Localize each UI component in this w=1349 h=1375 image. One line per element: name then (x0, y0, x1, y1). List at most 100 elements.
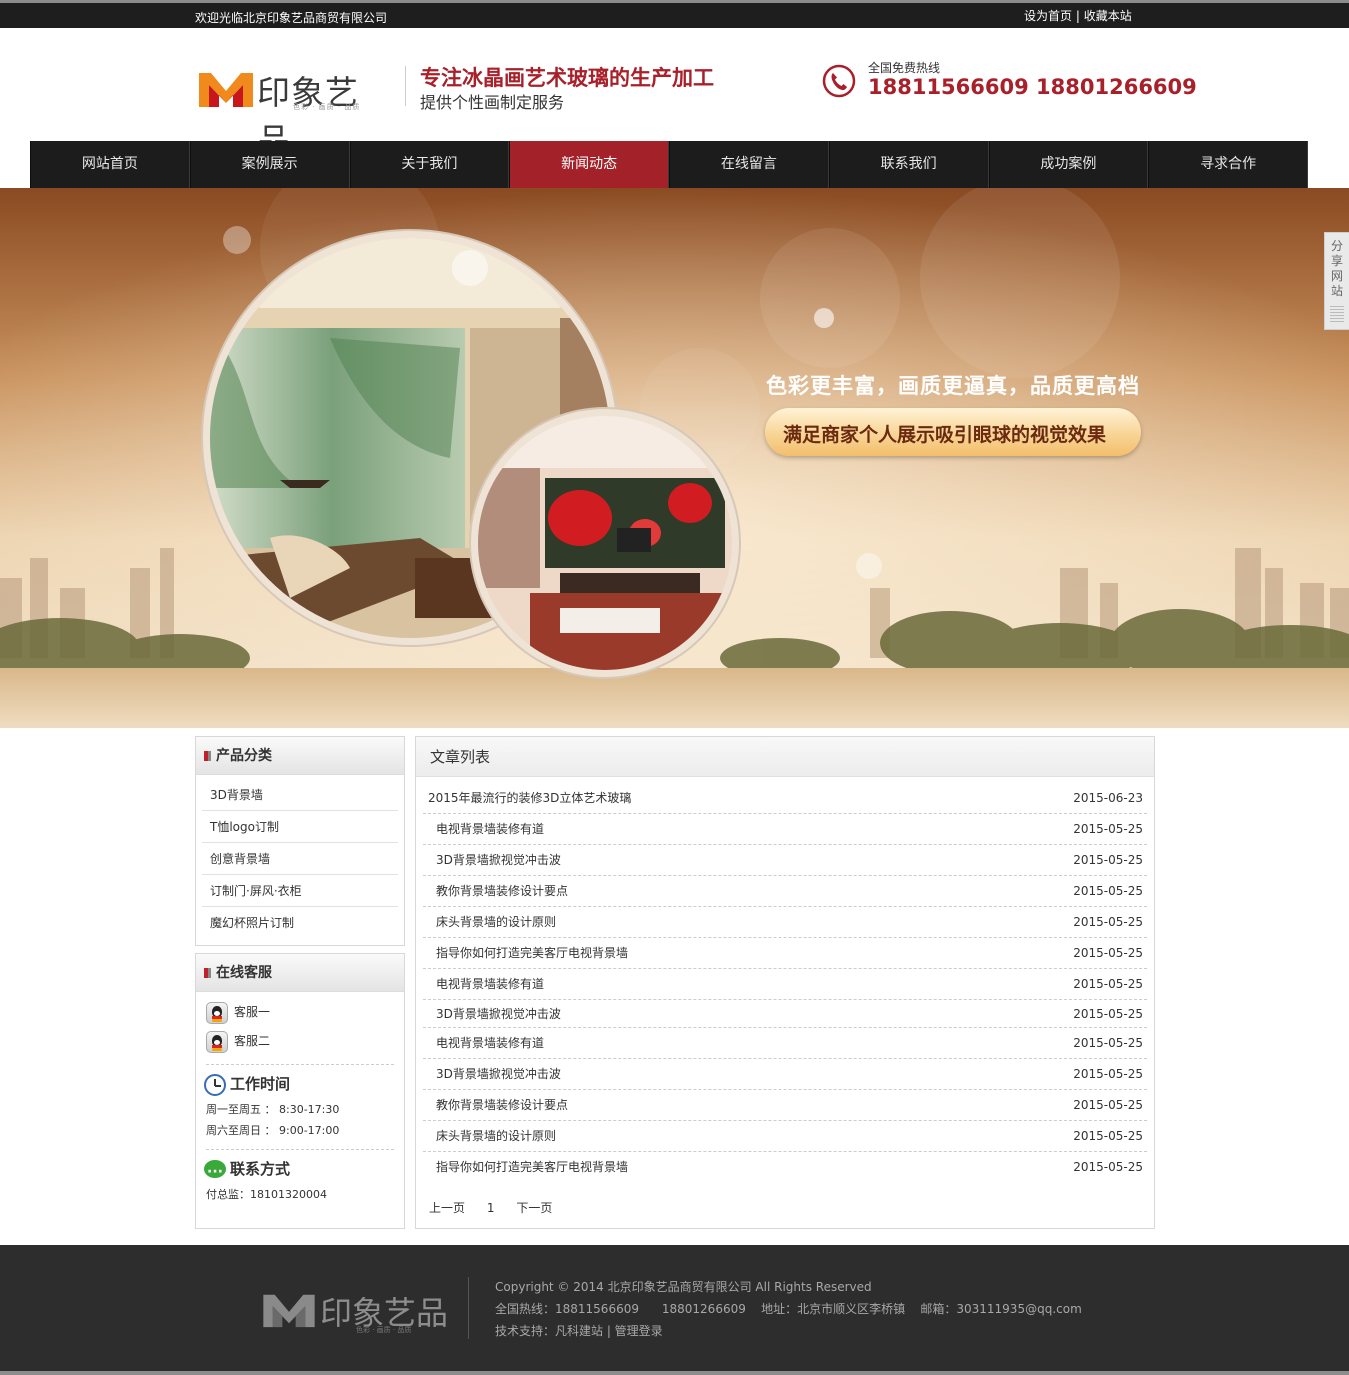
article-row[interactable]: 3D背景墙掀视觉冲击波 2015-05-25 (423, 1000, 1147, 1028)
agent-label: 客服一 (234, 1005, 271, 1019)
contact-title: 联系方式 (230, 1160, 291, 1178)
page-number[interactable]: 1 (487, 1201, 495, 1215)
left-sidebar: 产品分类 3D背景墙 T恤logo订制 创意背景墙 订制门·屏风·衣柜 魔幻杯照… (195, 736, 405, 1229)
slogan-sub: 提供个性画制定服务 (420, 93, 565, 112)
article-title[interactable]: 指导你如何打造完美客厅电视背景墙 (436, 1152, 628, 1183)
header-divider (405, 66, 406, 106)
article-list: 2015年最流行的装修3D立体艺术玻璃 2015-06-23 电视背景墙装修有道 2… (416, 777, 1154, 1183)
bookmark-link[interactable]: 收藏本站 (1084, 9, 1132, 23)
main-nav: 网站首页 案例展示 关于我们 新闻动态 在线留言 联系我们 成功案例 寻求合作 (30, 141, 1308, 188)
article-row[interactable]: 2015年最流行的装修3D立体艺术玻璃 2015-06-23 (423, 783, 1147, 814)
work-time-heading: 工作时间 (196, 1069, 404, 1099)
footer-copyright: Copyright © 2014 北京印象艺品商贸有限公司 All Rights… (495, 1280, 872, 1294)
article-row[interactable]: 指导你如何打造完美客厅电视背景墙 2015-05-25 (423, 1152, 1147, 1183)
article-title[interactable]: 床头背景墙的设计原则 (436, 907, 556, 938)
article-title[interactable]: 教你背景墙装修设计要点 (436, 876, 568, 907)
article-title[interactable]: 电视背景墙装修有道 (436, 969, 544, 1000)
footer-tech[interactable]: 技术支持：凡科建站 | 管理登录 (495, 1322, 663, 1339)
article-row[interactable]: 电视背景墙装修有道 2015-05-25 (423, 969, 1147, 1000)
article-row[interactable]: 教你背景墙装修设计要点 2015-05-25 (423, 1090, 1147, 1121)
article-row[interactable]: 教你背景墙装修设计要点 2015-05-25 (423, 876, 1147, 907)
article-date: 2015-05-25 (1073, 853, 1143, 867)
welcome-text: 欢迎光临北京印象艺品商贸有限公司 (195, 11, 388, 25)
service-agent-2[interactable]: 客服二 (196, 1027, 404, 1056)
category-item[interactable]: 3D背景墙 (202, 779, 398, 811)
logo-subtext: 色彩 · 画质 · 品质 (293, 103, 361, 111)
footer-divider (468, 1277, 469, 1339)
banner-pill-text: 满足商家个人展示吸引眼球的视觉效果 (783, 424, 1107, 446)
category-item[interactable]: 魔幻杯照片订制 (202, 907, 398, 939)
nav-item-about[interactable]: 关于我们 (349, 141, 510, 188)
category-list: 3D背景墙 T恤logo订制 创意背景墙 订制门·屏风·衣柜 魔幻杯照片订制 (196, 775, 404, 939)
article-date: 2015-06-23 (1073, 791, 1143, 805)
service-box: 在线客服 客服一 客服二 工作时间 周一至周五 ： 8:30-17:30 周六至… (195, 953, 405, 1229)
nav-item-contact[interactable]: 联系我们 (828, 141, 989, 188)
agent-label: 客服二 (234, 1034, 271, 1048)
top-links: 设为首页 | 收藏本站 (1024, 7, 1132, 24)
site-logo[interactable]: 印象艺品 色彩 · 画质 · 品质 (197, 68, 392, 160)
site-footer: 印象艺品 色彩 · 画质 · 品质 Copyright © 2014 北京印象艺… (0, 1245, 1349, 1371)
article-title[interactable]: 3D背景墙掀视觉冲击波 (436, 845, 561, 876)
article-date: 2015-05-25 (1073, 1160, 1143, 1174)
article-title[interactable]: 指导你如何打造完美客厅电视背景墙 (436, 938, 628, 969)
footer-logo-mark-icon (263, 1294, 315, 1328)
article-title[interactable]: 3D背景墙掀视觉冲击波 (436, 1000, 561, 1028)
article-date: 2015-05-25 (1073, 1067, 1143, 1081)
article-date: 2015-05-25 (1073, 1007, 1143, 1021)
divider (206, 1149, 394, 1150)
article-date: 2015-05-25 (1073, 946, 1143, 960)
clock-icon (204, 1074, 226, 1096)
article-title[interactable]: 电视背景墙装修有道 (436, 814, 544, 845)
nav-item-message[interactable]: 在线留言 (669, 141, 829, 188)
banner-artwork (0, 188, 1349, 728)
work-time-weekday: 周一至周五 ： 8:30-17:30 (206, 1103, 340, 1116)
service-agent-list: 客服一 客服二 (196, 992, 404, 1056)
nav-item-home[interactable]: 网站首页 (30, 141, 190, 188)
article-title[interactable]: 2015年最流行的装修3D立体艺术玻璃 (428, 783, 631, 814)
article-panel: 文章列表 2015年最流行的装修3D立体艺术玻璃 2015-06-23 电视背景墙… (415, 736, 1155, 1229)
qq-icon (206, 1031, 228, 1053)
article-title[interactable]: 电视背景墙装修有道 (436, 1028, 544, 1059)
bottom-bar (0, 1371, 1349, 1375)
footer-logo-sub: 色彩 · 画质 · 品质 (356, 1326, 412, 1334)
article-row[interactable]: 指导你如何打造完美客厅电视背景墙 2015-05-25 (423, 938, 1147, 969)
prev-page-link[interactable]: 上一页 (429, 1201, 465, 1215)
category-item[interactable]: 创意背景墙 (202, 843, 398, 875)
work-time-weekend: 周六至周日 ： 9:00-17:00 (206, 1124, 340, 1137)
article-row[interactable]: 电视背景墙装修有道 2015-05-25 (423, 1028, 1147, 1059)
phone-icon (822, 64, 856, 98)
nav-item-cases[interactable]: 案例展示 (189, 141, 350, 188)
nav-item-news[interactable]: 新闻动态 (509, 141, 669, 188)
hero-banner[interactable]: 色彩更丰富，画质更逼真，品质更高档 满足商家个人展示吸引眼球的视觉效果 (0, 188, 1349, 728)
top-bar: 欢迎光临北京印象艺品商贸有限公司 设为首页 | 收藏本站 (0, 0, 1349, 28)
nav-item-cooperation[interactable]: 寻求合作 (1148, 141, 1308, 188)
category-box: 产品分类 3D背景墙 T恤logo订制 创意背景墙 订制门·屏风·衣柜 魔幻杯照… (195, 736, 405, 946)
article-title[interactable]: 床头背景墙的设计原则 (436, 1121, 556, 1152)
category-item[interactable]: T恤logo订制 (202, 811, 398, 843)
article-date: 2015-05-25 (1073, 822, 1143, 836)
contact-heading: 联系方式 (196, 1154, 404, 1187)
share-tab[interactable]: 分享网站 (1324, 232, 1349, 330)
next-page-link[interactable]: 下一页 (516, 1201, 552, 1215)
article-row[interactable]: 床头背景墙的设计原则 2015-05-25 (423, 907, 1147, 938)
service-agent-1[interactable]: 客服一 (196, 998, 404, 1027)
article-title[interactable]: 3D背景墙掀视觉冲击波 (436, 1059, 561, 1090)
pagination: 上一页 1 下一页 (429, 1199, 570, 1216)
footer-contact: 全国热线：18811566609 18801266609 地址：北京市顺义区李桥… (495, 1302, 1082, 1316)
article-date: 2015-05-25 (1073, 1098, 1143, 1112)
category-item[interactable]: 订制门·屏风·衣柜 (202, 875, 398, 907)
service-title: 在线客服 (196, 954, 404, 992)
article-row[interactable]: 电视背景墙装修有道 2015-05-25 (423, 814, 1147, 845)
article-title[interactable]: 教你背景墙装修设计要点 (436, 1090, 568, 1121)
nav-item-success[interactable]: 成功案例 (988, 141, 1149, 188)
article-row[interactable]: 3D背景墙掀视觉冲击波 2015-05-25 (423, 845, 1147, 876)
set-home-link[interactable]: 设为首页 (1024, 9, 1072, 23)
site-header: 印象艺品 色彩 · 画质 · 品质 专注冰晶画艺术玻璃的生产加工 提供个性画制定… (0, 28, 1349, 160)
article-date: 2015-05-25 (1073, 977, 1143, 991)
article-row[interactable]: 3D背景墙掀视觉冲击波 2015-05-25 (423, 1059, 1147, 1090)
article-row[interactable]: 床头背景墙的设计原则 2015-05-25 (423, 1121, 1147, 1152)
article-list-title: 文章列表 (416, 737, 1154, 777)
chat-icon (204, 1157, 226, 1187)
work-time-title: 工作时间 (230, 1075, 291, 1093)
contact-text: 付总监：18101320004 (206, 1188, 327, 1201)
